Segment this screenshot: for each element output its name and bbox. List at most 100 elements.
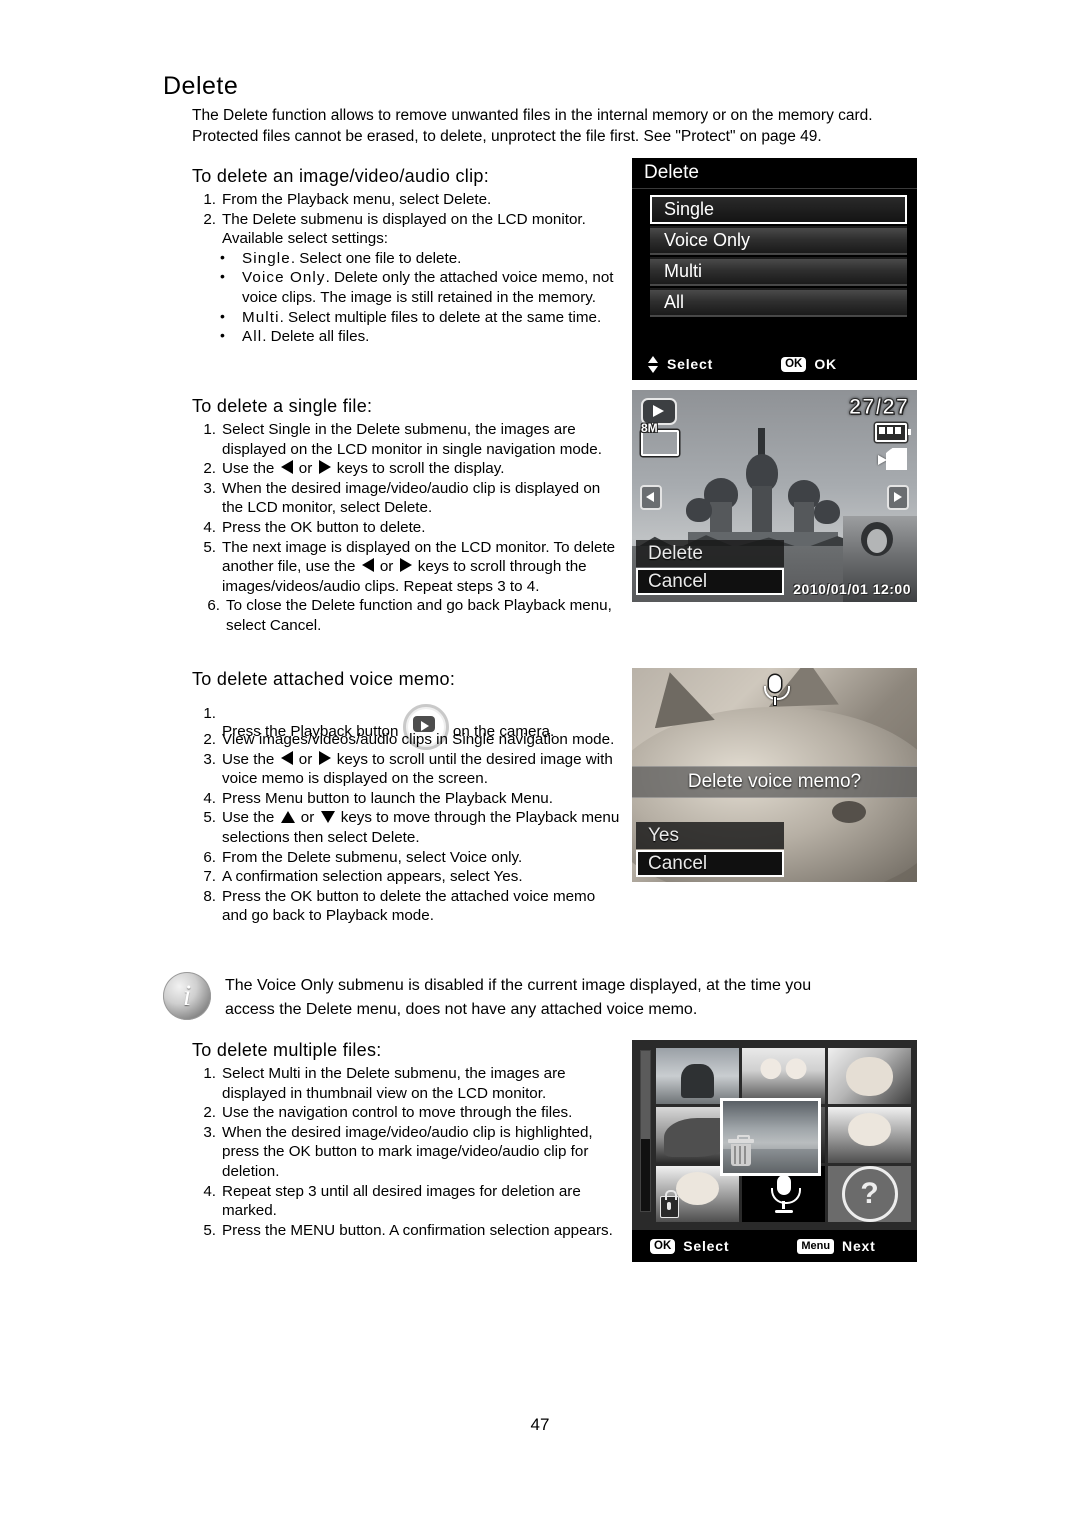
list-item: 3. When the desired image/video/audio cl… xyxy=(192,479,622,518)
bullet-term: Voice Only xyxy=(242,269,326,287)
menu-item-all[interactable]: All xyxy=(650,288,907,317)
list-item: 1. Select Single in the Delete submenu, … xyxy=(192,420,622,459)
list-item: 4. Press the OK button to delete. xyxy=(192,518,622,538)
section-delete-single: To delete a single file: 1. Select Singl… xyxy=(192,396,622,636)
step-text: From the Playback menu, select Delete. xyxy=(222,191,492,208)
microphone-icon xyxy=(770,1175,801,1213)
list-item: 2. Use the navigation control to move th… xyxy=(192,1103,622,1123)
step-text: Use the xyxy=(222,809,279,827)
section-heading: To delete a single file: xyxy=(192,396,373,416)
menu-item-voice-only[interactable]: Voice Only xyxy=(650,226,907,255)
thumbnail-area: ? xyxy=(632,1040,917,1230)
bullet-term: All xyxy=(242,328,263,346)
step-text: or xyxy=(294,750,317,768)
step-text: When the desired image/video/audio clip … xyxy=(222,1123,593,1180)
list-item: 5. Use the or keys to move through the P… xyxy=(192,808,622,847)
option-cancel[interactable]: Cancel xyxy=(636,850,784,877)
list-item: 3. Use the or keys to scroll until the d… xyxy=(192,750,622,789)
list-item: 4. Repeat step 3 until all desired image… xyxy=(192,1182,622,1221)
left-arrow-icon xyxy=(280,750,293,765)
step-number: 2. xyxy=(203,210,216,228)
section-delete-voice-memo: To delete attached voice memo: 1. Press … xyxy=(192,669,622,926)
list-item: 4. Press Menu button to launch the Playb… xyxy=(192,789,622,809)
step-text: View images/videos/audio clips in Single… xyxy=(222,731,615,748)
step-text: A confirmation selection appears, select… xyxy=(222,868,523,886)
image-counter: 27/27 xyxy=(848,394,909,420)
voice-memo-option-menu: Yes Cancel xyxy=(636,822,784,878)
list-item: 2. Use the or keys to scroll the display… xyxy=(192,459,622,479)
thumbnail-selected-marked[interactable] xyxy=(720,1098,821,1176)
step-text: When the desired image/video/audio clip … xyxy=(222,479,601,517)
step-number: 5. xyxy=(203,538,216,556)
step-number: 3. xyxy=(203,1123,216,1141)
section-heading: To delete multiple files: xyxy=(192,1040,382,1060)
menu-title: Delete xyxy=(632,158,917,189)
thumbnail-item[interactable] xyxy=(742,1048,825,1104)
thumbnail-item[interactable] xyxy=(828,1048,911,1104)
step-text: Press Menu button to launch the Playback… xyxy=(222,789,553,807)
right-arrow-icon xyxy=(318,750,331,765)
step-number: 2. xyxy=(203,731,216,748)
settings-bullet-list: • Single. Select one file to delete. • Voi… xyxy=(192,249,622,347)
bullet-term: Single xyxy=(242,249,291,267)
intro-line-1: The Delete function allows to remove unw… xyxy=(192,107,873,124)
left-arrow-icon xyxy=(361,558,374,573)
step-list: 1. From the Playback menu, select Delete… xyxy=(192,190,622,249)
step-text: To close the Delete function and go back… xyxy=(226,597,612,634)
memory-card-icon xyxy=(886,448,907,470)
bullet-text: . Select multiple files to delete at the… xyxy=(279,308,602,326)
list-item: • All. Delete all files. xyxy=(214,327,622,347)
photo-option-menu: Delete Cancel xyxy=(636,540,784,596)
option-label: Cancel xyxy=(648,852,708,874)
step-number: 4. xyxy=(203,518,216,536)
thumbnail-item-unknown[interactable]: ? xyxy=(828,1166,911,1222)
page-title: Delete xyxy=(163,72,239,100)
menu-item-single[interactable]: Single xyxy=(650,195,907,224)
lcd-photo-playback-screen: 8M 27/27 Delete Cancel 2010/01/01 12:00 xyxy=(632,390,917,602)
nav-left-icon[interactable] xyxy=(640,485,662,510)
select-hint-label: Select xyxy=(667,356,714,372)
microphone-icon xyxy=(763,675,790,705)
step-number: 2. xyxy=(203,1104,216,1122)
step-text: From the Delete submenu, select Voice on… xyxy=(222,848,523,866)
ok-badge-icon: OK xyxy=(650,1238,676,1254)
lcd-voice-memo-confirm-screen: Delete voice memo? Yes Cancel xyxy=(632,668,917,882)
list-item: 6. To close the Delete function and go b… xyxy=(192,596,622,635)
menu-footer-bar: Select OK OK xyxy=(632,348,917,380)
note-line-2: access the Delete menu, does not have an… xyxy=(225,1001,698,1018)
menu-item-list: Single Voice Only Multi All xyxy=(632,189,917,337)
nav-right-icon[interactable] xyxy=(887,485,909,510)
menu-badge-icon: Menu xyxy=(797,1238,835,1254)
menu-item-multi[interactable]: Multi xyxy=(650,257,907,286)
step-number: 5. xyxy=(203,1221,216,1239)
step-text: or xyxy=(294,460,317,478)
thumbnail-item[interactable] xyxy=(828,1107,911,1163)
bullet-dot: • xyxy=(220,248,225,265)
step-number: 3. xyxy=(203,750,216,768)
up-down-arrows-icon xyxy=(648,355,659,373)
step-text: Press the OK button to delete. xyxy=(222,518,426,536)
scrollbar[interactable] xyxy=(640,1050,651,1212)
list-item: 1. Press the Playback button on the came… xyxy=(192,704,622,750)
step-text: Use the xyxy=(222,750,279,768)
lock-icon xyxy=(660,1190,679,1218)
step-list: 1. Select Single in the Delete submenu, … xyxy=(192,420,622,636)
menu-item-label: Voice Only xyxy=(664,230,751,250)
list-item: 2. View images/videos/audio clips in Sin… xyxy=(192,730,622,750)
info-icon xyxy=(163,972,211,1020)
lcd-thumbnail-grid-screen: ? OK Select Menu Next xyxy=(632,1040,917,1262)
thumbnail-item[interactable] xyxy=(656,1048,739,1104)
step-number: 7. xyxy=(203,868,216,886)
option-cancel[interactable]: Cancel xyxy=(636,568,784,595)
section-heading: To delete attached voice memo: xyxy=(192,669,456,689)
bullet-dot: • xyxy=(220,327,225,344)
step-number: 6. xyxy=(203,848,216,866)
step-text: Press the OK button to delete the attach… xyxy=(222,887,596,925)
option-delete[interactable]: Delete xyxy=(636,540,784,567)
section-delete-clip: To delete an image/video/audio clip: 1. … xyxy=(192,166,622,347)
list-item: 1. Select Multi in the Delete submenu, t… xyxy=(192,1064,622,1103)
option-yes[interactable]: Yes xyxy=(636,822,784,849)
step-number: 6. xyxy=(207,597,220,615)
step-number: 2. xyxy=(203,460,216,478)
step-number: 1. xyxy=(203,1065,216,1082)
